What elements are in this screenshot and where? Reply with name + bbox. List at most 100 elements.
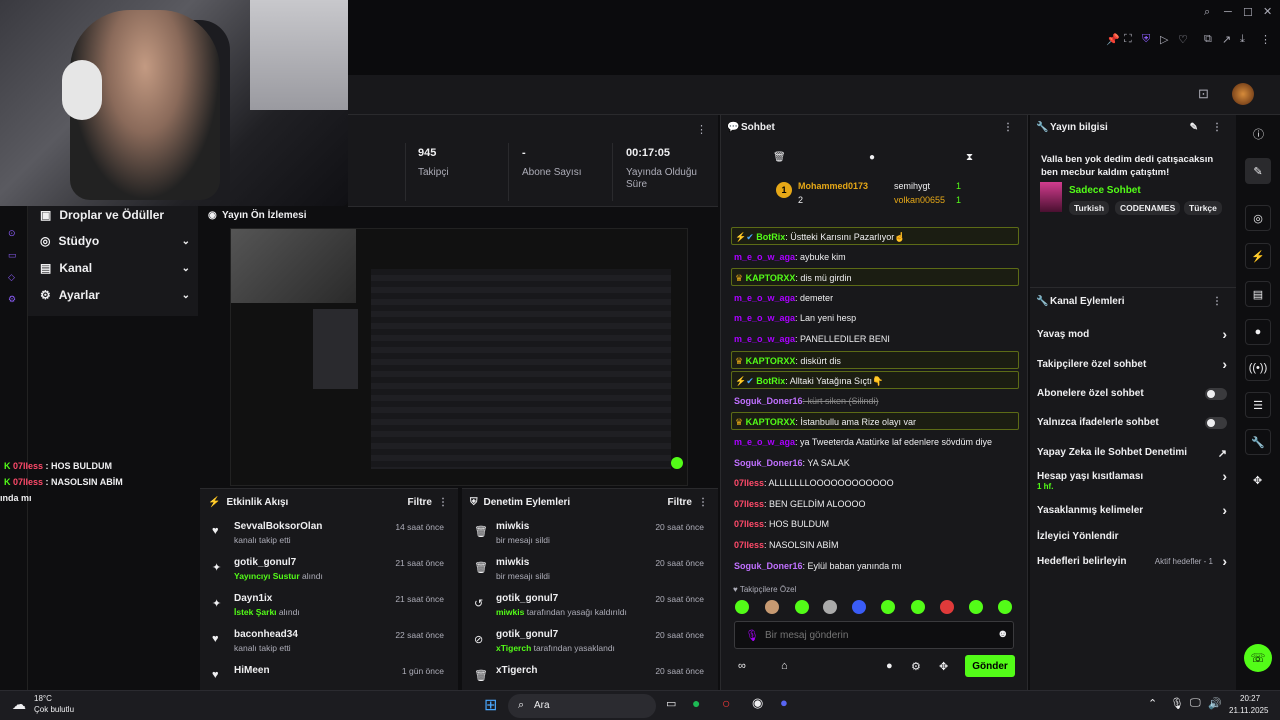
support-icon[interactable]: ☏ xyxy=(1244,644,1272,672)
volume-icon[interactable]: 🔊 xyxy=(1208,697,1222,710)
pin-icon[interactable]: 📌 xyxy=(1106,33,1120,46)
sidebar-item-studio[interactable]: ◎ Stüdyo ⌄ xyxy=(40,234,190,248)
puzzle-icon[interactable]: ✥ xyxy=(1253,474,1262,487)
dashboard-icon[interactable]: ⊡ xyxy=(1198,86,1209,102)
event-row[interactable]: ✦ gotik_gonul7 Yayıncıyı Sustur alındı 21 s… xyxy=(208,557,450,593)
event-user[interactable]: xTigerch xyxy=(496,665,538,676)
tag[interactable]: Turkish xyxy=(1069,201,1110,215)
stats-menu-icon[interactable]: ⋮ xyxy=(696,123,707,136)
edit-icon[interactable]: ✎ xyxy=(1245,158,1271,184)
chat-message[interactable]: ⚡✔ BotRix: Alltaki Yatağına Sıçtı👇 xyxy=(731,371,1019,390)
share-icon[interactable]: ↗ xyxy=(1222,33,1231,46)
chat-message[interactable]: Soguk_Doner16: kürt siken (Silindi) xyxy=(731,392,1019,410)
rail-icon-1[interactable]: ⊙ xyxy=(8,228,16,239)
chat-username[interactable]: BotRix xyxy=(756,232,785,242)
avatar[interactable] xyxy=(1232,83,1254,105)
chat-message[interactable]: 07lless: BEN GELDİM ALOOOO xyxy=(731,495,1019,513)
channel-action-item[interactable]: Takipçilere özel sohbet › xyxy=(1037,356,1227,372)
sidebar-item-settings[interactable]: ⚙ Ayarlar ⌄ xyxy=(40,288,190,302)
event-row[interactable]: ⊘ gotik_gonul7 xTigerch tarafından yasakla… xyxy=(470,629,710,665)
chat-username[interactable]: m_e_o_w_aga xyxy=(734,293,795,303)
maximize-icon[interactable]: ☐ xyxy=(1243,6,1253,19)
chat-message[interactable]: m_e_o_w_aga: ya Tweeterda Atatürke laf e… xyxy=(731,433,1019,451)
puzzle-icon[interactable]: ✥ xyxy=(939,660,948,673)
more-icon[interactable]: ⋮ xyxy=(438,497,448,508)
mic-icon[interactable]: 🎙 xyxy=(1170,697,1184,710)
screenshot-icon[interactable]: ⛶ xyxy=(1124,33,1132,46)
event-row[interactable]: 🗑 miwkis bir mesajı sildi 20 saat önce xyxy=(470,557,710,593)
shield-icon[interactable]: ⛨ xyxy=(1142,33,1150,46)
chat-message[interactable]: ⚡✔ BotRix: Üstteki Karısını Pazarlıyor☝ xyxy=(731,227,1019,245)
chat-message[interactable]: m_e_o_w_aga: aybuke kim xyxy=(731,248,1019,266)
chat-message[interactable]: Soguk_Doner16: YA SALAK xyxy=(731,454,1019,472)
channel-action-item[interactable]: Yapay Zeka ile Sohbet Denetimi ↗ xyxy=(1037,447,1227,460)
chat-username[interactable]: Soguk_Doner16 xyxy=(734,561,803,571)
toggle-switch[interactable] xyxy=(1205,388,1227,400)
category-name[interactable]: Sadece Sohbet xyxy=(1069,185,1141,196)
chat-username[interactable]: Soguk_Doner16 xyxy=(734,396,803,406)
event-user[interactable]: SevvalBoksorOlan xyxy=(234,521,322,532)
chat-username[interactable]: KAPTORXX xyxy=(746,356,796,366)
list-icon[interactable]: ☰ xyxy=(1245,392,1271,418)
chat-message[interactable]: ♛ KAPTORXX: diskürt dis xyxy=(731,350,1019,369)
discord-icon[interactable]: ● xyxy=(780,695,788,710)
chat-username[interactable]: BotRix xyxy=(756,376,785,386)
chat-message[interactable]: ♛ KAPTORXX: dis mü girdin xyxy=(731,268,1019,287)
bolt-icon[interactable]: ⚡ xyxy=(1245,243,1271,269)
event-row[interactable]: ✦ Dayn1ix İstek Şarkı alındı 21 saat önce xyxy=(208,593,450,629)
chat-message[interactable]: m_e_o_w_aga: PANELLEDILER BENI xyxy=(731,330,1019,348)
target-icon[interactable]: ◎ xyxy=(1245,205,1271,231)
tag[interactable]: Türkçe xyxy=(1184,201,1222,215)
weather-temp[interactable]: 18°C xyxy=(34,694,52,703)
chat-username[interactable]: 07lless xyxy=(734,478,764,488)
chat-icon[interactable]: ● xyxy=(1245,319,1271,345)
channel-action-item[interactable]: Hesap yaşı kısıtlaması 1 hf. › xyxy=(1037,468,1227,491)
taskbar-search[interactable]: ⌕ Ara xyxy=(508,694,656,718)
activity-filter-button[interactable]: Filtre xyxy=(408,497,432,508)
event-user[interactable]: HiMeen xyxy=(234,665,270,676)
wrench-icon[interactable]: 🔧 xyxy=(1245,429,1271,455)
chat-bubble-icon[interactable]: ● xyxy=(869,152,875,163)
send-button[interactable]: Gönder xyxy=(965,655,1015,677)
event-row[interactable]: ♥ SevvalBoksorOlan kanalı takip etti 14 saa… xyxy=(208,521,450,557)
chat-username[interactable]: m_e_o_w_aga xyxy=(734,313,795,323)
mic-icon[interactable]: 🎙 xyxy=(745,629,759,642)
weather-desc[interactable]: Çok bulutlu xyxy=(34,705,74,714)
infinity-icon[interactable]: ∞ xyxy=(738,660,746,672)
emoji-icon[interactable]: ☻ xyxy=(997,628,1009,640)
tag[interactable]: CODENAMES xyxy=(1115,201,1181,215)
event-user[interactable]: baconhead34 xyxy=(234,629,298,640)
event-user[interactable]: gotik_gonul7 xyxy=(496,629,558,640)
more-icon[interactable]: ⋮ xyxy=(1212,122,1222,133)
steam-icon[interactable]: ◉ xyxy=(752,695,763,711)
rail-icon-2[interactable]: ▭ xyxy=(8,250,17,261)
extensions-icon[interactable]: ⧉ xyxy=(1204,33,1212,46)
chat-message[interactable]: 07lless: ALLLLLLLOOOOOOOOOOOO xyxy=(731,474,1019,492)
event-user[interactable]: miwkis xyxy=(496,521,529,532)
chat-message[interactable]: m_e_o_w_aga: demeter xyxy=(731,289,1019,307)
chat-message[interactable]: ♛ KAPTORXX: İstanbullu ama Rize olayı va… xyxy=(731,412,1019,431)
gear-icon[interactable]: ⚙ xyxy=(911,660,921,673)
hourglass-icon[interactable]: ⧗ xyxy=(966,152,973,163)
event-user[interactable]: gotik_gonul7 xyxy=(496,593,558,604)
download-icon[interactable]: ⤓ xyxy=(1240,33,1245,46)
search-icon[interactable]: ⌕ xyxy=(1204,6,1210,19)
chat-username[interactable]: 07lless xyxy=(734,540,764,550)
event-row[interactable]: ↺ gotik_gonul7 miwkis tarafından yasağı ka… xyxy=(470,593,710,629)
opera-icon[interactable]: ○ xyxy=(722,695,730,711)
more-icon[interactable]: ⋮ xyxy=(1003,122,1013,133)
trash-icon[interactable]: 🗑 xyxy=(773,152,786,163)
channel-action-item[interactable]: Yasaklanmış kelimeler › xyxy=(1037,502,1227,518)
more-icon[interactable]: ⋮ xyxy=(1212,296,1222,307)
edit-icon[interactable]: ✎ xyxy=(1190,122,1198,133)
chat-message[interactable]: 07lless: HOS BULDUM xyxy=(731,515,1019,533)
network-icon[interactable]: 🖵 xyxy=(1190,697,1201,710)
heart-outline-icon[interactable]: ♡ xyxy=(1178,33,1188,46)
store-icon[interactable]: ⌂ xyxy=(781,660,788,672)
event-user[interactable]: Dayn1ix xyxy=(234,593,272,604)
stream-preview-video[interactable] xyxy=(230,228,688,486)
event-user[interactable]: gotik_gonul7 xyxy=(234,557,296,568)
broadcast-icon[interactable]: ((•)) xyxy=(1245,355,1271,381)
chat-username[interactable]: m_e_o_w_aga xyxy=(734,334,795,344)
moderation-filter-button[interactable]: Filtre xyxy=(668,497,692,508)
